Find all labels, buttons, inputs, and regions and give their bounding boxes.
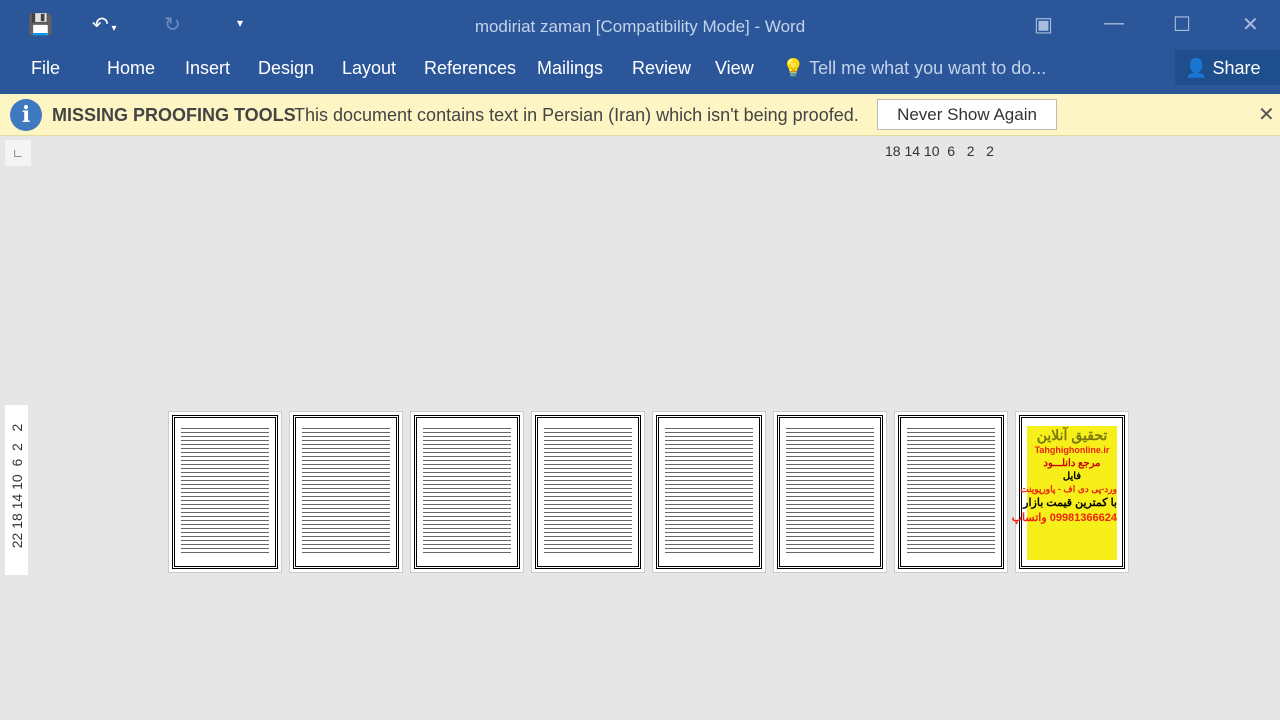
tab-insert[interactable]: Insert	[185, 58, 230, 79]
ad-line: 09981366624 واتساپ	[1011, 512, 1117, 524]
tell-me-text: Tell me what you want to do...	[809, 58, 1047, 78]
ad-line: تحقیق آنلاین	[1036, 427, 1108, 443]
share-label: Share	[1212, 58, 1261, 78]
title-bar: 💾 ↶ ▾ ↻ ▾ modiriat zaman [Compatibility …	[0, 0, 1280, 50]
tab-references[interactable]: References	[424, 58, 516, 79]
lightbulb-icon: 💡	[782, 58, 805, 78]
never-show-again-button[interactable]: Never Show Again	[877, 99, 1057, 130]
close-message-icon[interactable]: ✕	[1258, 102, 1275, 127]
horizontal-ruler[interactable]: 18 14 10 6 2 2	[885, 143, 994, 159]
info-icon: i	[10, 99, 42, 131]
maximize-icon[interactable]: ☐	[1173, 12, 1191, 37]
tab-layout[interactable]: Layout	[342, 58, 396, 79]
message-text: This document contains text in Persian (…	[294, 105, 859, 125]
ribbon-tabs: File Home Insert Design Layout Reference…	[0, 50, 1280, 94]
ad-line: Tahghighonline.ir	[1034, 445, 1110, 455]
person-add-icon: 👤	[1185, 58, 1208, 78]
tab-view[interactable]: View	[715, 58, 754, 79]
page-thumbnail[interactable]	[168, 411, 282, 573]
ruler-numbers: 18 14 10 6 2 2	[885, 143, 994, 159]
close-icon[interactable]: ✕	[1242, 12, 1259, 37]
page-thumbnail-ad[interactable]: تحقیق آنلاین Tahghighonline.ir مرجع دانل…	[1011, 411, 1129, 573]
advertisement-image: تحقیق آنلاین Tahghighonline.ir مرجع دانل…	[1011, 426, 1117, 560]
page-thumbnail[interactable]	[531, 411, 645, 573]
tell-me-box[interactable]: 💡 Tell me what you want to do...	[782, 58, 1046, 79]
ad-line: ورد-پی دی اف - پاورپوینت	[1020, 484, 1117, 494]
ruler-numbers: 22 18 14 10 6 2 2	[9, 423, 25, 549]
message-title: MISSING PROOFING TOOLS	[52, 105, 296, 125]
window-title: modiriat zaman [Compatibility Mode] - Wo…	[474, 17, 806, 36]
message-bar: i MISSING PROOFING TOOLS This document c…	[0, 94, 1280, 136]
ad-line: با کمترین قیمت بازار	[1023, 497, 1117, 509]
tab-stop-selector[interactable]: ∟	[5, 140, 31, 166]
vertical-ruler[interactable]: 22 18 14 10 6 2 2	[5, 405, 28, 575]
page-thumbnail[interactable]	[289, 411, 403, 573]
page-thumbnail[interactable]	[652, 411, 766, 573]
tab-review[interactable]: Review	[632, 58, 691, 79]
ribbon-display-icon[interactable]: ▣	[1034, 12, 1053, 37]
share-button[interactable]: 👤 Share	[1175, 50, 1280, 85]
ad-line: فایل	[1062, 471, 1082, 482]
tab-mailings[interactable]: Mailings	[537, 58, 603, 79]
page-thumbnail[interactable]	[773, 411, 887, 573]
page-thumbnail[interactable]	[894, 411, 1008, 573]
tab-design[interactable]: Design	[258, 58, 314, 79]
tab-file[interactable]: File	[31, 58, 60, 79]
ad-line: مرجع دانلـــود	[1043, 458, 1101, 469]
page-thumbnail[interactable]	[410, 411, 524, 573]
tab-home[interactable]: Home	[107, 58, 155, 79]
minimize-icon[interactable]: —	[1104, 12, 1124, 35]
